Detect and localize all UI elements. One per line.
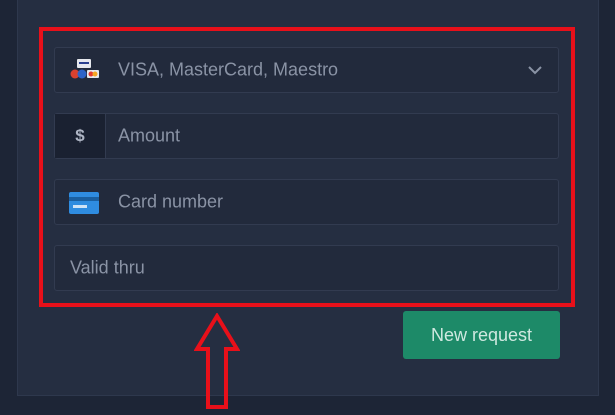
new-request-button[interactable]: New request xyxy=(403,311,560,359)
highlight-box xyxy=(39,27,575,307)
up-arrow-annotation xyxy=(193,312,241,410)
